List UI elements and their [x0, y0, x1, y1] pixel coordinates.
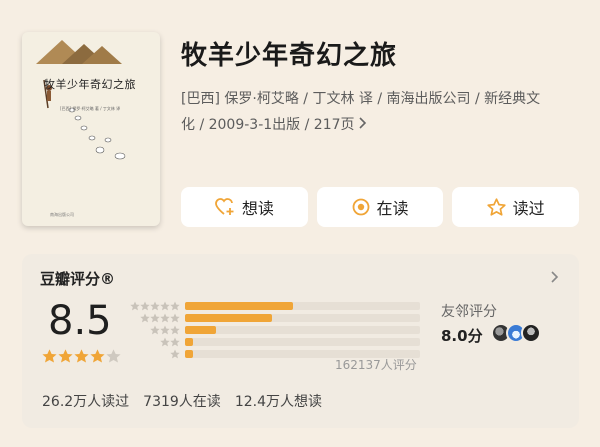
book-cover[interactable]: 牧羊少年奇幻之旅 [巴西] 保罗·柯艾略 著 / 丁文林 译 南海出版公司: [22, 32, 160, 226]
star-outline-icon: [487, 198, 506, 216]
book-meta-line1: [巴西] 保罗·柯艾略 / 丁文林 译 / 南海出版公司 / 新经典文: [181, 91, 541, 107]
friend-avatars[interactable]: [491, 323, 541, 343]
distribution-star-icon: [160, 337, 170, 347]
reading-label: 在读: [376, 199, 409, 218]
star-filled-icon: [90, 349, 105, 363]
distribution-star-icon: [150, 301, 160, 311]
distribution-bar-fill: [185, 326, 216, 334]
have-read-label: 读过: [512, 199, 545, 218]
star-empty-icon: [106, 349, 121, 363]
distribution-bar-fill: [185, 350, 193, 358]
distribution-star-icon: [150, 313, 160, 323]
distribution-bar-3-star: [185, 325, 420, 335]
book-meta[interactable]: [巴西] 保罗·柯艾略 / 丁文林 译 / 南海出版公司 / 新经典文 化 / …: [181, 86, 581, 138]
rating-score: 8.5: [48, 298, 112, 344]
distribution-star-labels: [130, 301, 180, 359]
distribution-star-icon: [140, 301, 150, 311]
star-filled-icon: [58, 349, 73, 363]
cover-title: 牧羊少年奇幻之旅: [44, 78, 136, 91]
distribution-bar-fill: [185, 338, 193, 346]
distribution-star-icon: [170, 325, 180, 335]
distribution-star-icon: [170, 313, 180, 323]
chevron-right-icon[interactable]: [551, 268, 559, 287]
distribution-star-icon: [150, 325, 160, 335]
distribution-star-icon: [160, 325, 170, 335]
distribution-star-icon: [170, 349, 180, 359]
avatar[interactable]: [521, 323, 541, 343]
distribution-star-icon: [170, 337, 180, 347]
distribution-star-icon: [160, 313, 170, 323]
distribution-bar-2-star: [185, 337, 420, 347]
reading-button[interactable]: 在读: [316, 187, 444, 227]
reading-count[interactable]: 7319人在读: [143, 391, 221, 411]
raters-count: 162137人评分: [335, 358, 417, 372]
action-buttons: 想读 在读 读过: [181, 187, 580, 227]
book-meta-line2: 化 / 2009-3-1出版 / 217页: [181, 117, 355, 133]
want-to-read-label: 想读: [241, 199, 274, 218]
want-to-read-button[interactable]: 想读: [181, 187, 308, 227]
want-count[interactable]: 12.4万人想读: [235, 391, 322, 411]
distribution-bar-fill: [185, 314, 272, 322]
distribution-star-icon: [140, 313, 150, 323]
target-circle-icon: [352, 198, 369, 216]
reader-stats: 26.2万人读过 7319人在读 12.4万人想读: [42, 391, 322, 411]
distribution-bar-fill: [185, 302, 293, 310]
read-count[interactable]: 26.2万人读过: [42, 391, 129, 411]
cover-illustration: [36, 40, 126, 160]
rating-label: 豆瓣评分®: [40, 270, 116, 288]
friend-rating-score: 8.0分: [441, 327, 483, 345]
distribution-star-icon: [130, 301, 140, 311]
distribution-bar-4-star: [185, 313, 420, 323]
cover-publisher: 南海出版公司: [50, 212, 74, 217]
cover-subtitle: [巴西] 保罗·柯艾略 著 / 丁文林 译: [60, 106, 121, 111]
distribution-star-icon: [170, 301, 180, 311]
friend-rating-label: 友邻评分: [441, 304, 497, 320]
distribution-star-icon: [160, 301, 170, 311]
rating-stars: [42, 349, 121, 363]
chevron-right-icon[interactable]: [358, 112, 367, 138]
rating-card[interactable]: 豆瓣评分® 8.5 162137人评分 友邻评分 8.0分 26.2万人读过 7…: [22, 254, 579, 428]
heart-plus-icon: [214, 198, 234, 215]
rating-distribution: [185, 301, 420, 361]
star-filled-icon: [42, 349, 57, 363]
distribution-bar-5-star: [185, 301, 420, 311]
have-read-button[interactable]: 读过: [452, 187, 580, 227]
book-title: 牧羊少年奇幻之旅: [181, 41, 398, 71]
star-filled-icon: [74, 349, 89, 363]
